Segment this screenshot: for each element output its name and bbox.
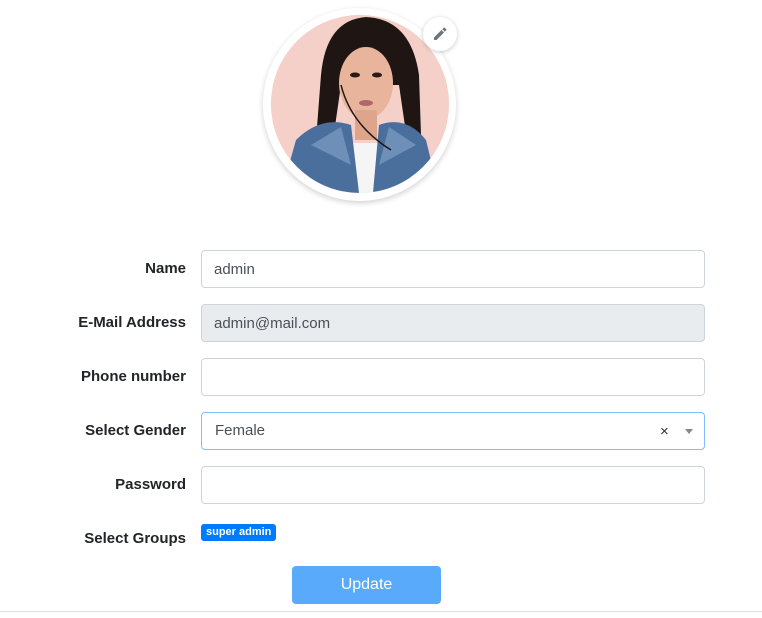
avatar: [271, 15, 449, 193]
profile-edit-page: Name E-Mail Address Phone number Select …: [0, 0, 762, 618]
phone-input[interactable]: [201, 358, 705, 396]
password-input[interactable]: [201, 466, 705, 504]
pencil-icon: [434, 27, 447, 40]
name-row: Name: [0, 250, 762, 288]
avatar-photo: [271, 15, 449, 193]
gender-label: Select Gender: [85, 422, 186, 439]
password-label: Password: [115, 476, 186, 493]
gender-row: Select Gender Female ×: [0, 412, 762, 450]
dropdown-arrow-icon[interactable]: [685, 429, 693, 434]
gender-selected-value: Female: [215, 422, 266, 439]
groups-label: Select Groups: [84, 530, 186, 547]
group-badge[interactable]: super admin: [201, 524, 277, 541]
password-row: Password: [0, 466, 762, 504]
name-input[interactable]: [201, 250, 705, 288]
phone-label: Phone number: [80, 368, 186, 385]
phone-row: Phone number: [0, 358, 762, 396]
email-row: E-Mail Address: [0, 304, 762, 342]
name-label: Name: [145, 260, 186, 277]
email-field: [201, 304, 705, 342]
gender-select[interactable]: Female ×: [201, 412, 705, 450]
groups-row: Select Groups super admin: [0, 520, 762, 558]
edit-avatar-button[interactable]: [423, 17, 457, 51]
clear-selection-icon[interactable]: ×: [660, 413, 669, 451]
email-label: E-Mail Address: [78, 314, 186, 331]
divider: [0, 611, 762, 612]
update-button[interactable]: Update: [292, 566, 441, 604]
